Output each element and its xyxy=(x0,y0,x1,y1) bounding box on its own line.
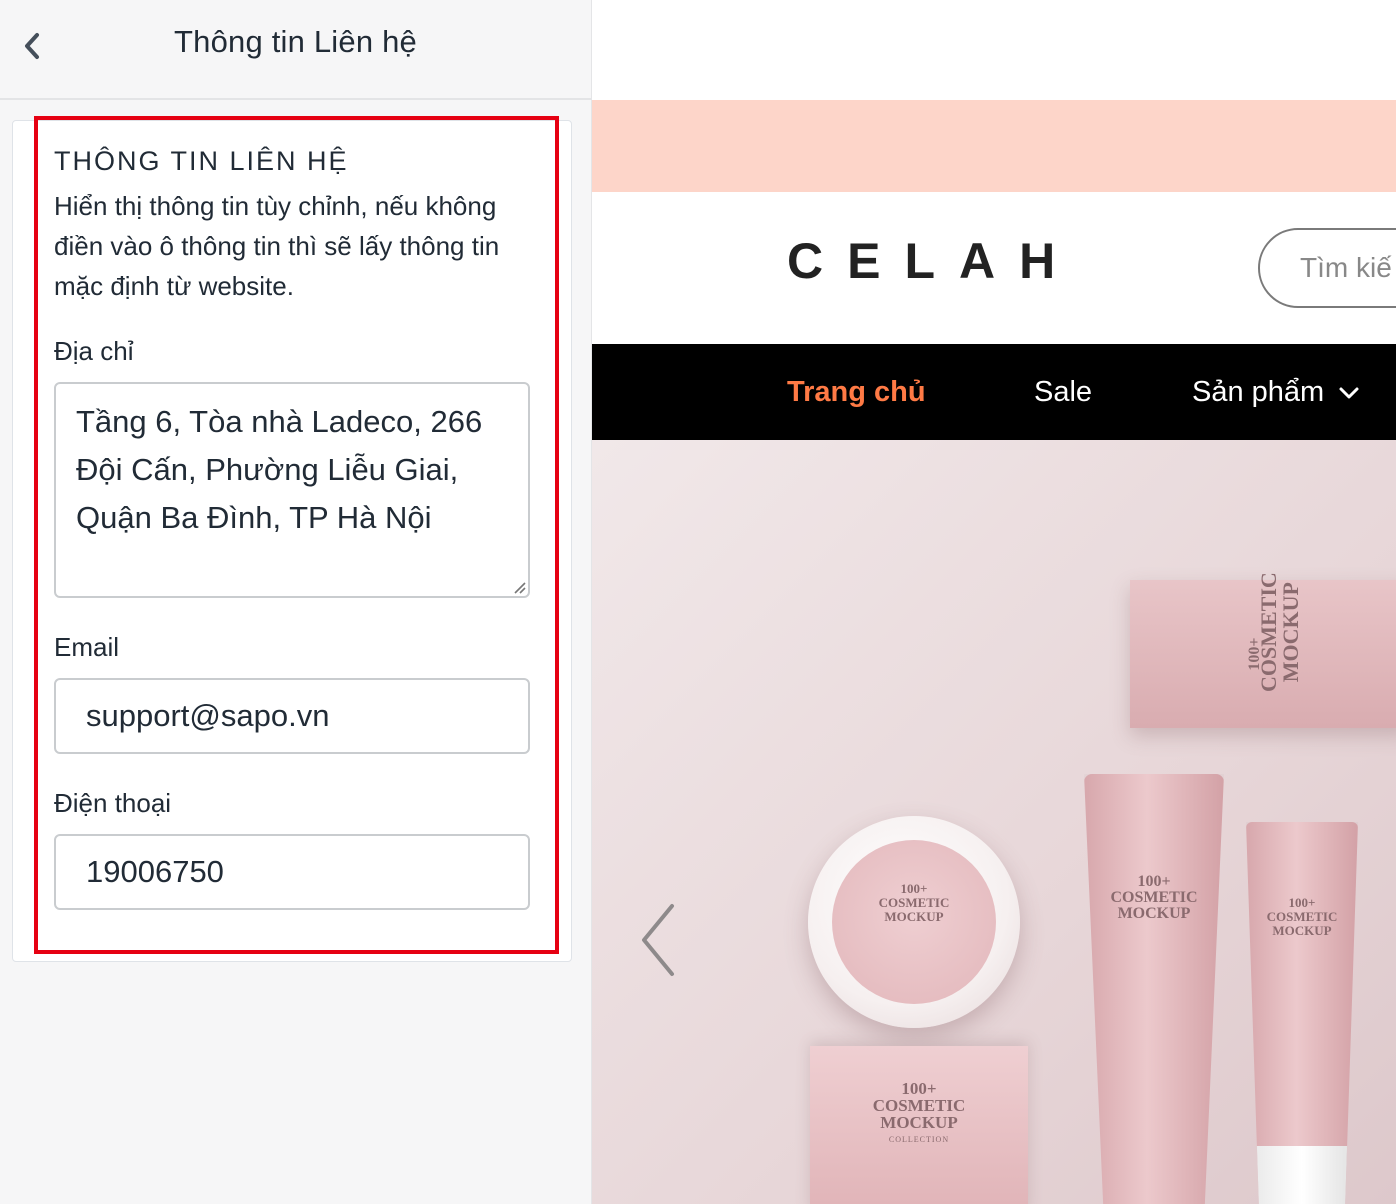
search-input[interactable]: Tìm kiế xyxy=(1258,228,1396,308)
tube-small-line2: MOCKUP xyxy=(1272,923,1332,938)
chevron-down-icon xyxy=(1339,387,1359,399)
hero-slider: 100+ COSMETIC MOCKUP 100+ COSMETIC MOCKU… xyxy=(592,440,1396,1204)
box-bottom-count: 100+ xyxy=(901,1079,937,1098)
promo-bar xyxy=(592,100,1396,192)
jar-line2: MOCKUP xyxy=(884,909,944,924)
nav-item-sale[interactable]: Sale xyxy=(1034,344,1092,440)
phone-field[interactable] xyxy=(54,834,530,910)
product-tube-large: 100+ COSMETIC MOCKUP xyxy=(1084,774,1224,1204)
box-bottom-line1: COSMETIC xyxy=(872,1096,966,1115)
product-box-bottom: 100+ COSMETIC MOCKUP COLLECTION xyxy=(810,1046,1028,1204)
nav-item-products[interactable]: Sản phẩm xyxy=(1192,344,1360,440)
product-jar: 100+ COSMETIC MOCKUP xyxy=(808,816,1020,1028)
box-bottom-line2: MOCKUP xyxy=(880,1113,958,1132)
product-line2: MOCKUP xyxy=(1278,582,1303,683)
panel-header: Thông tin Liên hệ xyxy=(0,0,591,100)
jar-line1: COSMETIC xyxy=(878,895,950,910)
box-bottom-line3: COLLECTION xyxy=(888,1135,950,1144)
tube-small-line1: COSMETIC xyxy=(1266,909,1338,924)
resize-grip-icon[interactable] xyxy=(510,578,526,594)
tube-large-count: 100+ xyxy=(1137,873,1171,890)
jar-count: 100+ xyxy=(900,881,928,896)
email-label: Email xyxy=(54,632,120,662)
tube-large-line2: MOCKUP xyxy=(1117,905,1191,922)
hero-prev-chevron-icon[interactable] xyxy=(636,900,684,980)
phone-label: Điện thoại xyxy=(54,788,172,818)
product-line1: COSMETIC xyxy=(1256,572,1281,692)
nav-item-products-label: Sản phẩm xyxy=(1192,376,1325,408)
address-textarea[interactable]: Tầng 6, Tòa nhà Ladeco, 266 Đội Cấn, Phư… xyxy=(54,382,530,598)
product-box-top: 100+ COSMETIC MOCKUP xyxy=(1130,572,1396,728)
settings-panel: Thông tin Liên hệ THÔNG TIN LIÊN HỆ Hiển… xyxy=(0,0,592,1204)
tube-small-count: 100+ xyxy=(1288,895,1316,910)
address-label: Địa chỉ xyxy=(54,336,134,366)
store-logo[interactable]: CELAH xyxy=(787,232,1079,290)
store-preview: CELAH Tìm kiế Trang chủ Sale Sản phẩm 10… xyxy=(592,0,1396,1204)
email-field[interactable] xyxy=(54,678,530,754)
tube-large-line1: COSMETIC xyxy=(1110,889,1198,906)
section-description: Hiển thị thông tin tùy chỉnh, nếu không … xyxy=(54,191,500,301)
panel-title: Thông tin Liên hệ xyxy=(174,24,417,59)
product-tube-small: 100+ COSMETIC MOCKUP xyxy=(1246,822,1358,1204)
main-nav: Trang chủ Sale Sản phẩm xyxy=(592,344,1396,440)
section-heading: THÔNG TIN LIÊN HỆ xyxy=(54,146,349,176)
nav-item-home[interactable]: Trang chủ xyxy=(787,344,926,440)
